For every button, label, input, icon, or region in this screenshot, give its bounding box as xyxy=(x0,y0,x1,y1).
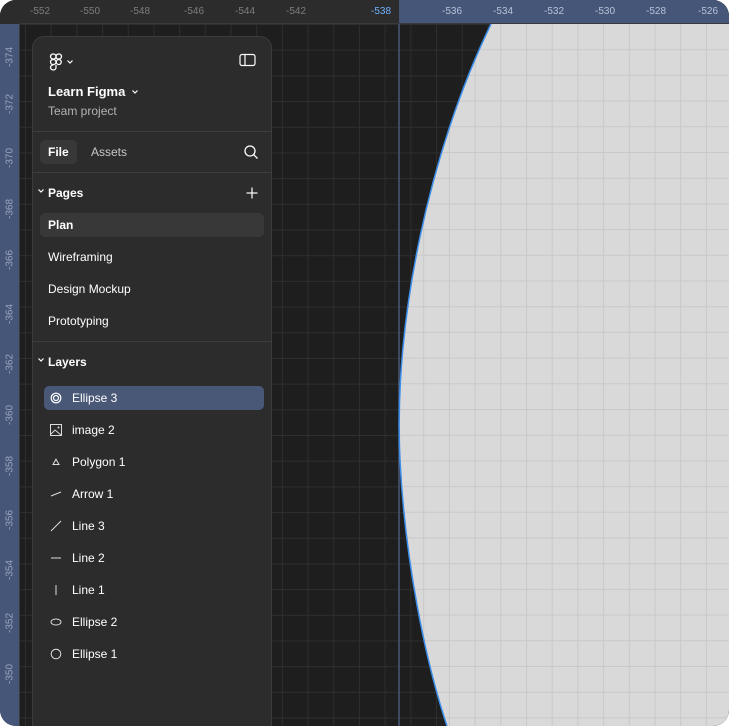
left-sidebar: Learn Figma Team project File Assets Pag… xyxy=(32,36,272,726)
search-button[interactable] xyxy=(243,144,259,160)
layer-item-ellipse-1[interactable]: Ellipse 1 xyxy=(44,642,264,666)
layer-item-ellipse-3[interactable]: Ellipse 3 xyxy=(44,386,264,410)
layer-name: Polygon 1 xyxy=(72,455,126,469)
ruler-horizontal[interactable]: -552 -550 -548 -546 -544 -542 -538 -536 -534 -532… xyxy=(0,0,729,24)
ruler-tick-label: -352 xyxy=(4,612,16,634)
plus-icon xyxy=(246,187,258,199)
layer-name: image 2 xyxy=(72,423,115,437)
ruler-tick-label: -536 xyxy=(441,6,463,17)
ruler-tick-label: -356 xyxy=(4,509,16,531)
layer-item-line-2[interactable]: Line 2 xyxy=(44,546,264,570)
image-icon xyxy=(50,424,62,436)
layer-item-ellipse-2[interactable]: Ellipse 2 xyxy=(44,610,264,634)
ruler-tick-label: -538 xyxy=(370,6,392,17)
ruler-tick-label: -550 xyxy=(79,6,101,17)
file-name: Learn Figma xyxy=(48,84,126,99)
ruler-tick-label: -370 xyxy=(4,147,16,169)
ruler-tick-label: -366 xyxy=(4,249,16,271)
ruler-tick-label: -552 xyxy=(29,6,51,17)
file-name-menu[interactable]: Learn Figma xyxy=(48,84,139,99)
ellipse-target-icon xyxy=(50,392,62,404)
layer-item-image-2[interactable]: image 2 xyxy=(44,418,264,442)
layer-item-line-1[interactable]: Line 1 xyxy=(44,578,264,602)
page-item-prototyping[interactable]: Prototyping xyxy=(40,309,264,333)
ruler-tick-label: -368 xyxy=(4,198,16,220)
layers-list: Ellipse 3 image 2 Polygon 1 Arrow 1 Line… xyxy=(33,382,271,666)
main-menu-button[interactable] xyxy=(49,51,83,73)
tab-assets[interactable]: Assets xyxy=(83,140,135,164)
layer-name: Line 3 xyxy=(72,519,105,533)
toggle-sidebar-button[interactable] xyxy=(239,53,257,67)
project-name: Team project xyxy=(48,104,117,118)
page-item-plan[interactable]: Plan xyxy=(40,213,264,237)
polygon-icon xyxy=(52,458,60,465)
ellipse-icon xyxy=(50,648,62,660)
ruler-tick-label: -362 xyxy=(4,353,16,375)
sidebar-header: Learn Figma Team project xyxy=(33,37,271,131)
ellipse-flat-icon xyxy=(50,618,62,626)
ruler-tick-label: -374 xyxy=(4,46,16,68)
sidebar-panel-icon xyxy=(239,53,256,67)
layer-name: Ellipse 3 xyxy=(72,391,118,405)
search-icon xyxy=(244,145,258,159)
ruler-tick-label: -360 xyxy=(4,404,16,426)
ruler-tick-label: -546 xyxy=(183,6,205,17)
ruler-corner xyxy=(0,0,20,24)
add-page-button[interactable] xyxy=(245,186,259,200)
figma-logo-icon xyxy=(49,53,63,71)
ruler-tick-label: -534 xyxy=(492,6,514,17)
ruler-tick-label: -532 xyxy=(543,6,565,17)
page-item-design-mockup[interactable]: Design Mockup xyxy=(40,277,264,301)
line-diagonal-icon xyxy=(50,520,62,532)
arrow-icon xyxy=(50,491,62,497)
sidebar-tabs: File Assets xyxy=(33,132,271,172)
ruler-tick-label: -364 xyxy=(4,303,16,325)
chevron-down-icon xyxy=(132,89,139,94)
tab-file[interactable]: File xyxy=(40,140,77,164)
layer-item-line-3[interactable]: Line 3 xyxy=(44,514,264,538)
line-horizontal-icon xyxy=(51,557,61,559)
ruler-tick-label: -544 xyxy=(234,6,256,17)
chevron-down-icon xyxy=(38,358,44,362)
pages-title: Pages xyxy=(48,186,84,200)
ruler-tick-label: -530 xyxy=(594,6,616,17)
ruler-tick-label: -358 xyxy=(4,455,16,477)
layer-item-polygon-1[interactable]: Polygon 1 xyxy=(44,450,264,474)
layers-section-header[interactable]: Layers xyxy=(33,342,271,382)
ruler-tick-label: -350 xyxy=(4,663,16,685)
ruler-tick-label: -354 xyxy=(4,559,16,581)
layer-name: Line 1 xyxy=(72,583,105,597)
ruler-tick-label: -542 xyxy=(285,6,307,17)
layer-name: Ellipse 1 xyxy=(72,647,118,661)
figma-window: -552 -550 -548 -546 -544 -542 -538 -536 -534 -532… xyxy=(0,0,729,726)
ruler-tick-label: -526 xyxy=(697,6,719,17)
layers-title: Layers xyxy=(48,355,87,369)
pages-section-header[interactable]: Pages xyxy=(33,173,271,213)
ruler-tick-label: -372 xyxy=(4,93,16,115)
chevron-down-icon xyxy=(38,189,44,193)
layer-name: Ellipse 2 xyxy=(72,615,118,629)
ruler-tick-label: -548 xyxy=(129,6,151,17)
ruler-tick-label: -528 xyxy=(645,6,667,17)
pages-list: Plan Wireframing Design Mockup Prototypi… xyxy=(33,213,271,333)
layer-item-arrow-1[interactable]: Arrow 1 xyxy=(44,482,264,506)
line-vertical-icon xyxy=(55,585,57,595)
page-item-wireframing[interactable]: Wireframing xyxy=(40,245,264,269)
layer-name: Line 2 xyxy=(72,551,105,565)
layer-name: Arrow 1 xyxy=(72,487,114,501)
chevron-down-icon xyxy=(67,60,73,64)
ruler-vertical[interactable]: -374 -372 -370 -368 -366 -364 -362 -360 -358 -356… xyxy=(0,24,20,726)
